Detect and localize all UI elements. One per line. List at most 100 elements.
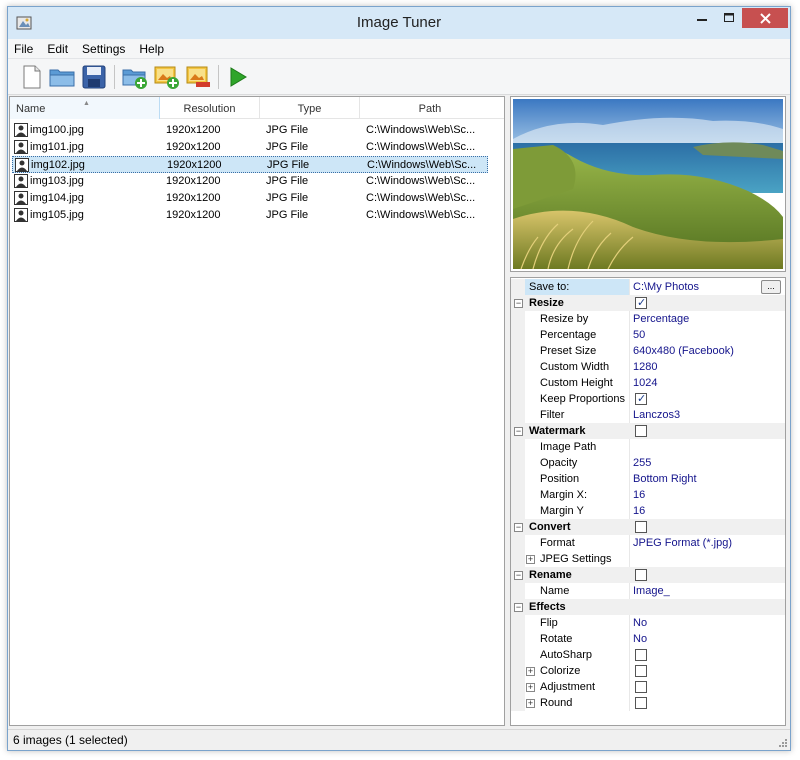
maximize-button[interactable]: [716, 8, 742, 28]
remove-image-button[interactable]: [185, 63, 213, 91]
checkbox-checked[interactable]: [635, 391, 647, 407]
prop-value[interactable]: 1024: [633, 375, 783, 391]
table-row[interactable]: img101.jpg 1920x1200 JPG File C:\Windows…: [12, 139, 488, 156]
sort-ascending-icon: ▲: [83, 100, 90, 107]
prop-value[interactable]: Lanczos3: [633, 407, 783, 423]
category-rename[interactable]: − Rename: [511, 567, 785, 583]
run-button[interactable]: [224, 63, 252, 91]
image-file-icon: [14, 208, 28, 222]
new-button[interactable]: [18, 63, 46, 91]
prop-preset-size[interactable]: Preset Size 640x480 (Facebook): [511, 343, 785, 359]
prop-name[interactable]: Name Image_: [511, 583, 785, 599]
column-resolution[interactable]: Resolution: [160, 97, 260, 119]
checkbox-unchecked[interactable]: [635, 649, 647, 661]
prop-gutter: [511, 359, 525, 375]
prop-value[interactable]: Image_: [633, 583, 783, 599]
prop-margin-x[interactable]: Margin X: 16: [511, 487, 785, 503]
collapse-icon[interactable]: −: [514, 523, 523, 532]
table-row[interactable]: img103.jpg 1920x1200 JPG File C:\Windows…: [12, 173, 488, 190]
collapse-icon[interactable]: −: [514, 603, 523, 612]
prop-adjustment[interactable]: + Adjustment: [511, 679, 785, 695]
checkbox-unchecked[interactable]: [635, 665, 647, 677]
watermark-enabled[interactable]: [633, 423, 783, 439]
resize-enabled[interactable]: [633, 295, 783, 311]
checkbox-unchecked[interactable]: [635, 569, 647, 581]
prop-custom-height[interactable]: Custom Height 1024: [511, 375, 785, 391]
menu-settings[interactable]: Settings: [75, 40, 132, 58]
prop-resize-by[interactable]: Resize by Percentage: [511, 311, 785, 327]
prop-value[interactable]: [633, 679, 783, 695]
column-type[interactable]: Type: [260, 97, 360, 119]
prop-colorize[interactable]: + Colorize: [511, 663, 785, 679]
prop-image-path[interactable]: Image Path: [511, 439, 785, 455]
prop-value[interactable]: [633, 663, 783, 679]
prop-value[interactable]: 16: [633, 487, 783, 503]
prop-value[interactable]: 255: [633, 455, 783, 471]
table-row-selected[interactable]: img102.jpg 1920x1200 JPG File C:\Windows…: [12, 156, 488, 173]
save-button[interactable]: [80, 63, 108, 91]
prop-filter[interactable]: Filter Lanczos3: [511, 407, 785, 423]
prop-round[interactable]: + Round: [511, 695, 785, 711]
prop-margin-y[interactable]: Margin Y 16: [511, 503, 785, 519]
prop-position[interactable]: Position Bottom Right: [511, 471, 785, 487]
prop-custom-width[interactable]: Custom Width 1280: [511, 359, 785, 375]
file-path: C:\Windows\Web\Sc...: [367, 159, 477, 171]
checkbox-unchecked[interactable]: [635, 681, 647, 693]
category-convert[interactable]: − Convert: [511, 519, 785, 535]
category-watermark[interactable]: − Watermark: [511, 423, 785, 439]
browse-button[interactable]: ...: [761, 280, 781, 294]
prop-value[interactable]: 50: [633, 327, 783, 343]
prop-value[interactable]: 640x480 (Facebook): [633, 343, 783, 359]
collapse-icon[interactable]: −: [514, 427, 523, 436]
title-bar[interactable]: Image Tuner: [8, 7, 790, 39]
prop-rotate[interactable]: Rotate No: [511, 631, 785, 647]
category-effects[interactable]: − Effects: [511, 599, 785, 615]
prop-value[interactable]: [633, 647, 783, 663]
prop-value[interactable]: JPEG Format (*.jpg): [633, 535, 783, 551]
prop-value[interactable]: No: [633, 615, 783, 631]
file-path: C:\Windows\Web\Sc...: [366, 192, 476, 204]
prop-autosharp[interactable]: AutoSharp: [511, 647, 785, 663]
collapse-icon[interactable]: −: [514, 299, 523, 308]
prop-value[interactable]: 1280: [633, 359, 783, 375]
prop-value[interactable]: [633, 695, 783, 711]
checkbox-unchecked[interactable]: [635, 521, 647, 533]
checkbox-checked[interactable]: [635, 295, 647, 311]
rename-enabled[interactable]: [633, 567, 783, 583]
prop-value[interactable]: Percentage: [633, 311, 783, 327]
resize-grip-icon[interactable]: [777, 737, 787, 747]
category-resize[interactable]: − Resize: [511, 295, 785, 311]
add-image-button[interactable]: [153, 63, 181, 91]
convert-enabled[interactable]: [633, 519, 783, 535]
column-name[interactable]: ▲ Name: [10, 97, 160, 119]
prop-value[interactable]: Bottom Right: [633, 471, 783, 487]
prop-value[interactable]: No: [633, 631, 783, 647]
checkbox-unchecked[interactable]: [635, 697, 647, 709]
menu-edit[interactable]: Edit: [40, 40, 75, 58]
add-folder-icon: [122, 69, 147, 89]
table-row[interactable]: img100.jpg 1920x1200 JPG File C:\Windows…: [12, 122, 488, 139]
prop-jpeg-settings[interactable]: + JPEG Settings: [511, 551, 785, 567]
prop-percentage[interactable]: Percentage 50: [511, 327, 785, 343]
category-label: Effects: [529, 601, 566, 613]
open-button[interactable]: [48, 63, 76, 91]
collapse-icon[interactable]: −: [514, 571, 523, 580]
minimize-button[interactable]: [688, 8, 716, 28]
prop-save-to[interactable]: Save to: C:\My Photos ...: [511, 279, 785, 295]
table-row[interactable]: img104.jpg 1920x1200 JPG File C:\Windows…: [12, 190, 488, 207]
prop-format[interactable]: Format JPEG Format (*.jpg): [511, 535, 785, 551]
file-list[interactable]: ▲ Name Resolution Type Path img100.jpg 1…: [9, 96, 505, 726]
prop-value[interactable]: 16: [633, 503, 783, 519]
prop-value[interactable]: [633, 439, 783, 455]
column-path[interactable]: Path: [360, 97, 500, 119]
add-folder-button[interactable]: [121, 63, 149, 91]
menu-file[interactable]: File: [8, 40, 40, 58]
table-row[interactable]: img105.jpg 1920x1200 JPG File C:\Windows…: [12, 207, 488, 224]
checkbox-unchecked[interactable]: [635, 425, 647, 437]
prop-opacity[interactable]: Opacity 255: [511, 455, 785, 471]
prop-value[interactable]: [633, 391, 783, 407]
menu-help[interactable]: Help: [132, 40, 171, 58]
prop-keep-proportions[interactable]: Keep Proportions: [511, 391, 785, 407]
prop-flip[interactable]: Flip No: [511, 615, 785, 631]
close-button[interactable]: [742, 8, 788, 28]
